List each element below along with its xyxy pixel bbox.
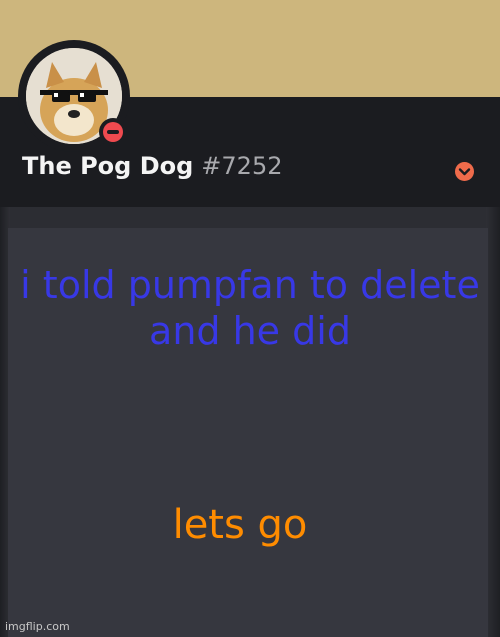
name-row: The Pog Dog #7252 <box>22 152 282 188</box>
chevron-down-icon <box>458 168 471 176</box>
status-indicator <box>99 118 127 146</box>
panel-top-edge <box>0 207 500 228</box>
watermark: imgflip.com <box>5 620 70 633</box>
discriminator: #7252 <box>201 152 283 180</box>
expand-button[interactable] <box>455 162 474 181</box>
do-not-disturb-icon <box>103 122 123 142</box>
meme-caption-bottom: lets go <box>172 502 308 548</box>
meme-caption-top: i told pumpfan to delete and he did <box>20 263 480 353</box>
username: The Pog Dog <box>22 152 194 180</box>
